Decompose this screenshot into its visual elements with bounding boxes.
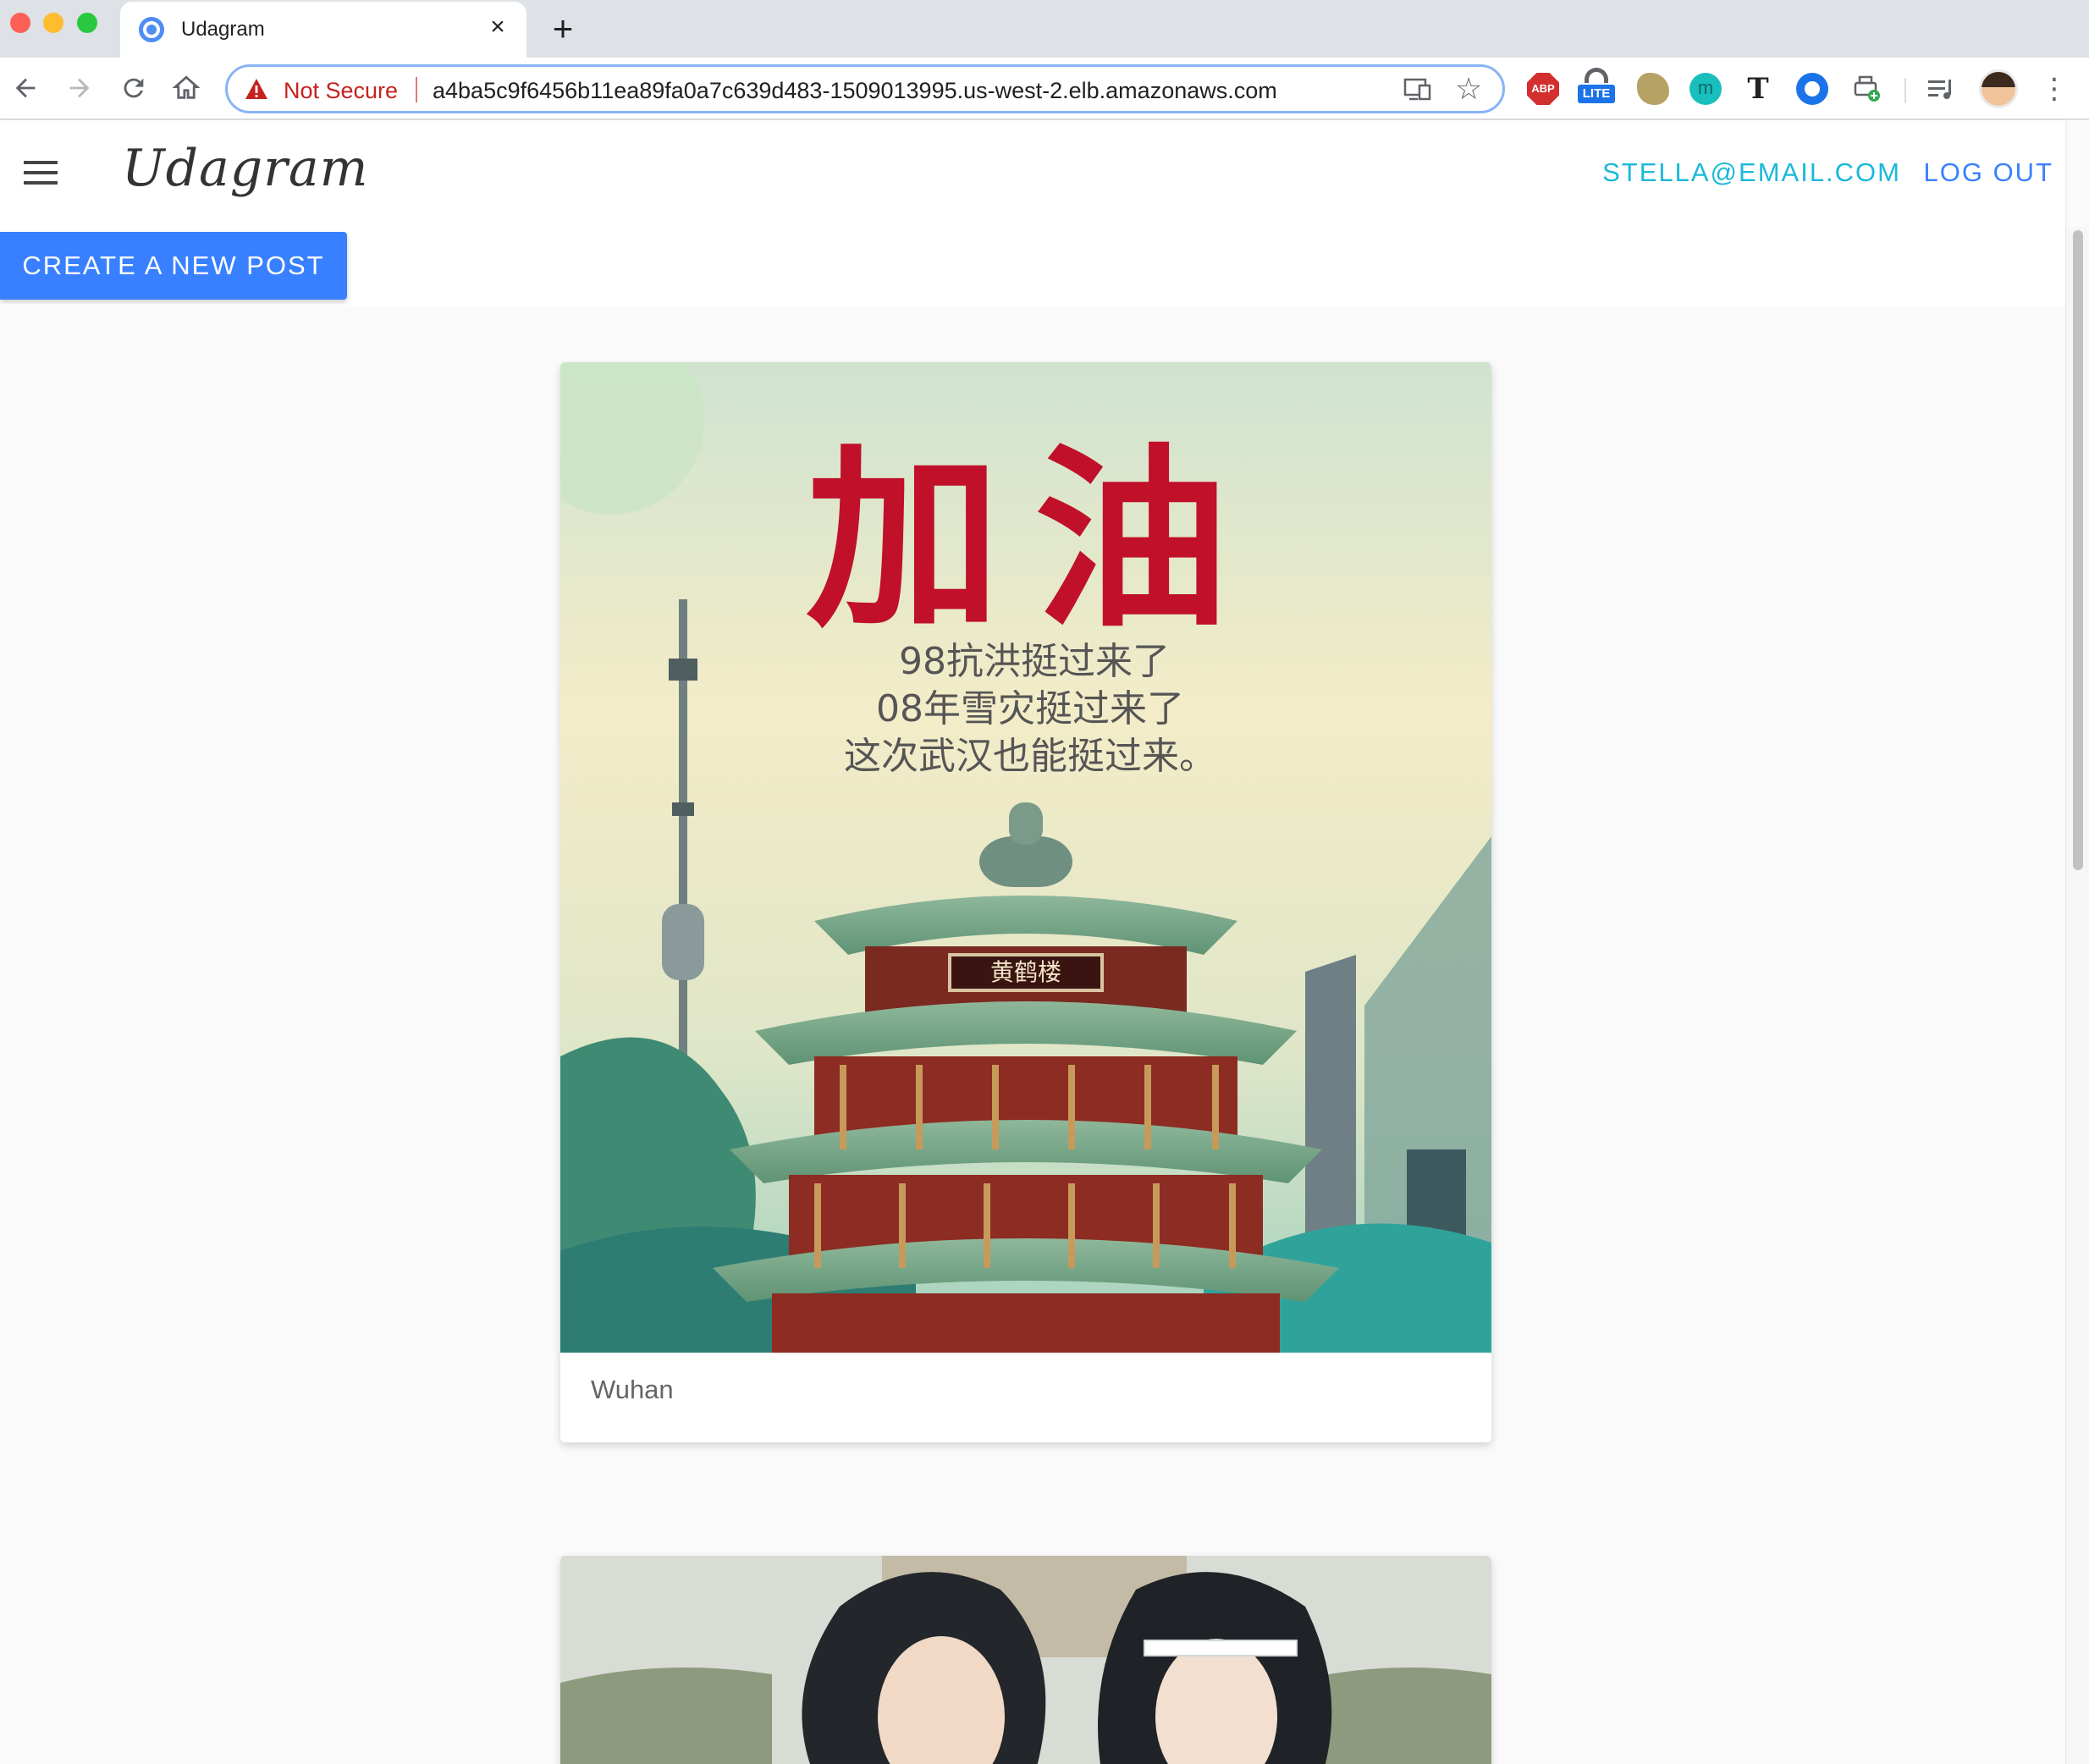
- user-email-link[interactable]: STELLA@EMAIL.COM: [1602, 157, 1901, 188]
- adblock-extension-icon[interactable]: ABP: [1527, 73, 1559, 105]
- image-headline: 加油: [806, 428, 1263, 654]
- menu-icon[interactable]: [17, 154, 64, 193]
- toolbar-separator: [1904, 78, 1906, 103]
- cookie-extension-icon[interactable]: [1637, 73, 1669, 105]
- logout-button[interactable]: LOG OUT: [1923, 157, 2053, 188]
- post-caption: Wuhan: [591, 1375, 674, 1404]
- star-icon[interactable]: ☆: [1455, 72, 1482, 106]
- browser-tab-active[interactable]: Udagram ×: [120, 2, 526, 58]
- tab-title: Udagram: [181, 18, 265, 41]
- chrome-menu-icon[interactable]: ⋮: [2040, 69, 2069, 108]
- warning-icon: [245, 79, 267, 99]
- reload-icon[interactable]: [113, 68, 154, 108]
- browser-toolbar: Not Secure a4ba5c9f6456b11ea89fa0a7c639d…: [0, 58, 2089, 120]
- window-close-button[interactable]: [10, 13, 30, 33]
- url-text[interactable]: a4ba5c9f6456b11ea89fa0a7c639d483-1509013…: [433, 78, 1279, 104]
- not-secure-label[interactable]: Not Secure: [284, 78, 398, 104]
- image-line-3: 这次武汉也能挺过来。: [844, 735, 1216, 778]
- action-bar: CREATE A NEW POST: [0, 227, 2065, 306]
- back-arrow-icon[interactable]: [5, 68, 46, 108]
- media-playlist-icon[interactable]: [1925, 73, 1957, 105]
- scrollbar-thumb[interactable]: [2073, 230, 2083, 870]
- tab-close-icon[interactable]: ×: [482, 12, 513, 42]
- tab-favicon-icon: [139, 17, 164, 42]
- pagoda-sign: 黄鹤楼: [990, 958, 1061, 986]
- t-extension-icon[interactable]: T: [1742, 73, 1774, 105]
- new-tab-button[interactable]: +: [542, 10, 584, 47]
- cast-icon[interactable]: [1403, 75, 1433, 104]
- brand-logo[interactable]: Udagram: [122, 139, 369, 198]
- browser-tab-strip: Udagram × +: [0, 0, 2089, 58]
- post-image: 黄鹤楼 加油 98抗洪挺过来了 08年雪灾挺过来了 这次武汉也能挺过来。: [560, 362, 1491, 1353]
- create-post-button[interactable]: CREATE A NEW POST: [0, 232, 347, 300]
- page-scrollbar[interactable]: [2065, 227, 2089, 1764]
- image-line-1: 98抗洪挺过来了: [899, 640, 1170, 683]
- data-saver-lite-extension-icon[interactable]: LITE: [1578, 68, 1615, 107]
- app-header: Udagram STELLA@EMAIL.COM LOG OUT: [0, 120, 2065, 227]
- image-line-2: 08年雪灾挺过来了: [876, 687, 1184, 730]
- window-minimize-button[interactable]: [43, 13, 63, 33]
- post-image: [560, 1556, 1491, 1764]
- m-extension-icon[interactable]: m: [1689, 73, 1722, 105]
- lite-badge: LITE: [1578, 85, 1615, 103]
- omnibox-separator: [416, 77, 417, 102]
- profile-avatar[interactable]: [1979, 69, 2018, 108]
- ring-extension-icon[interactable]: [1796, 73, 1828, 105]
- address-bar[interactable]: Not Secure a4ba5c9f6456b11ea89fa0a7c639d…: [225, 64, 1505, 113]
- feed-card: 黄鹤楼 加油 98抗洪挺过来了 08年雪灾挺过来了 这次武汉也能挺过来。 Wuh…: [560, 362, 1491, 1442]
- printer-extension-icon[interactable]: [1850, 73, 1882, 105]
- forward-arrow-icon[interactable]: [59, 68, 100, 108]
- window-maximize-button[interactable]: [77, 13, 97, 33]
- home-icon[interactable]: [166, 68, 207, 108]
- feed-card: [560, 1556, 1491, 1764]
